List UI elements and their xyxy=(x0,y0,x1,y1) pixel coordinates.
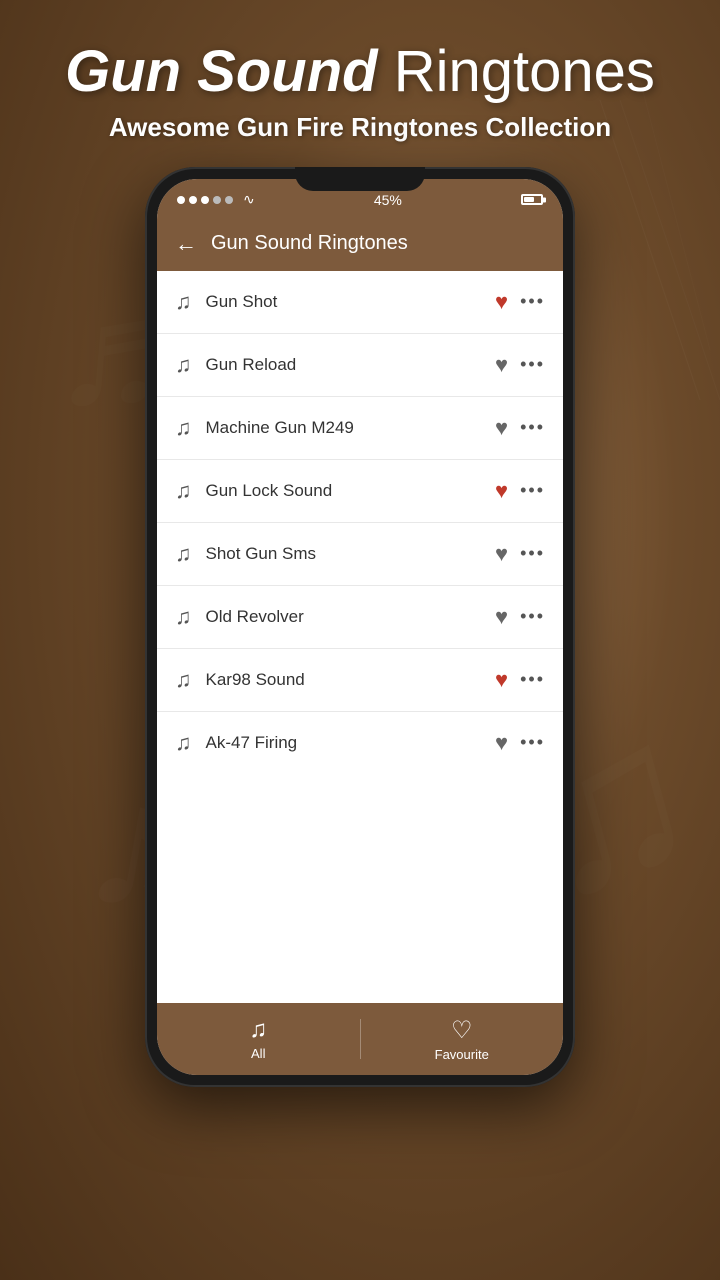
signal-dot-5 xyxy=(225,196,233,204)
ringtone-name: Shot Gun Sms xyxy=(206,544,496,564)
nav-favourite[interactable]: ♡ Favourite xyxy=(361,1006,564,1072)
all-label: All xyxy=(251,1046,265,1061)
ringtone-name: Old Revolver xyxy=(206,607,496,627)
battery-area xyxy=(521,194,543,205)
music-note-icon: ♫ xyxy=(175,604,192,630)
favourite-heart-button[interactable]: ♥ xyxy=(495,730,508,756)
battery-body xyxy=(521,194,543,205)
list-item[interactable]: ♫ Kar98 Sound♥ ••• xyxy=(157,649,563,712)
battery-icon xyxy=(521,194,543,205)
more-options-button[interactable]: ••• xyxy=(520,669,545,690)
list-item[interactable]: ♫ Machine Gun M249♥ ••• xyxy=(157,397,563,460)
wifi-icon: ∿ xyxy=(243,191,255,208)
ringtone-list: ♫Gun Shot♥•••♫Gun Reload♥•••♫Machine Gun… xyxy=(157,271,563,1003)
app-header: ← Gun Sound Ringtones xyxy=(157,217,563,271)
more-options-button[interactable]: ••• xyxy=(520,732,545,753)
ringtone-name: Gun Shot xyxy=(206,292,496,312)
more-options-button[interactable]: ••• xyxy=(520,354,545,375)
ringtone-name: Kar98 Sound xyxy=(206,670,496,690)
title-gun-sound: Gun Sound xyxy=(65,39,378,104)
favourite-heart-button[interactable]: ♥ xyxy=(495,478,508,504)
list-item[interactable]: ♫ Gun Shot♥ ••• xyxy=(157,271,563,334)
list-item[interactable]: ♫ Gun Lock Sound♥ ••• xyxy=(157,460,563,523)
more-options-button[interactable]: ••• xyxy=(520,480,545,501)
signal-dot-1 xyxy=(177,196,185,204)
more-options-button[interactable]: ••• xyxy=(520,417,545,438)
favourite-heart-button[interactable]: ♥ xyxy=(495,667,508,693)
ringtone-name: Machine Gun M249 xyxy=(206,418,496,438)
battery-fill xyxy=(524,197,534,202)
signal-dot-3 xyxy=(201,196,209,204)
signal-area: ∿ xyxy=(177,191,255,208)
status-bar: ∿ 45% xyxy=(157,179,563,217)
phone-mockup: ∿ 45% ← Gun Sound Ringtones xyxy=(0,167,720,1087)
bottom-navigation: ♫ All ♡ Favourite xyxy=(157,1003,563,1075)
list-item[interactable]: ♫ Old Revolver♥ ••• xyxy=(157,586,563,649)
music-note-icon: ♫ xyxy=(175,352,192,378)
ringtone-name: Gun Reload xyxy=(206,355,496,375)
signal-dot-4 xyxy=(213,196,221,204)
music-note-icon: ♫ xyxy=(175,415,192,441)
app-subtitle: Awesome Gun Fire Ringtones Collection xyxy=(0,112,720,143)
ringtone-name: Ak-47 Firing xyxy=(206,733,496,753)
favourite-heart-button[interactable]: ♥ xyxy=(495,541,508,567)
music-note-icon: ♫ xyxy=(175,289,192,315)
app-title: Gun Sound Ringtones xyxy=(211,232,408,255)
battery-percent: 45% xyxy=(374,192,402,208)
more-options-button[interactable]: ••• xyxy=(520,543,545,564)
favourite-label: Favourite xyxy=(435,1047,489,1062)
back-button[interactable]: ← xyxy=(175,231,197,257)
favourite-heart-button[interactable]: ♥ xyxy=(495,289,508,315)
music-note-icon: ♫ xyxy=(175,730,192,756)
phone-screen: ∿ 45% ← Gun Sound Ringtones xyxy=(157,179,563,1075)
favourite-heart-button[interactable]: ♥ xyxy=(495,604,508,630)
title-ringtones: Ringtones xyxy=(394,39,655,104)
list-item[interactable]: ♫ Ak-47 Firing♥ ••• xyxy=(157,712,563,774)
favourite-heart-button[interactable]: ♥ xyxy=(495,352,508,378)
favourite-heart-button[interactable]: ♥ xyxy=(495,415,508,441)
notch xyxy=(295,179,425,191)
music-note-icon: ♫ xyxy=(175,478,192,504)
music-note-icon: ♫ xyxy=(175,667,192,693)
more-options-button[interactable]: ••• xyxy=(520,291,545,312)
ringtone-name: Gun Lock Sound xyxy=(206,481,496,501)
music-note-icon: ♫ xyxy=(175,541,192,567)
all-icon: ♫ xyxy=(249,1016,267,1044)
nav-all[interactable]: ♫ All xyxy=(157,1006,360,1071)
more-options-button[interactable]: ••• xyxy=(520,606,545,627)
header-section: Gun Sound Ringtones Awesome Gun Fire Rin… xyxy=(0,0,720,143)
app-heading: Gun Sound Ringtones xyxy=(0,40,720,104)
list-item[interactable]: ♫ Gun Reload♥ ••• xyxy=(157,334,563,397)
favourite-icon: ♡ xyxy=(451,1016,473,1045)
signal-dot-2 xyxy=(189,196,197,204)
list-item[interactable]: ♫ Shot Gun Sms♥ ••• xyxy=(157,523,563,586)
phone-frame: ∿ 45% ← Gun Sound Ringtones xyxy=(145,167,575,1087)
